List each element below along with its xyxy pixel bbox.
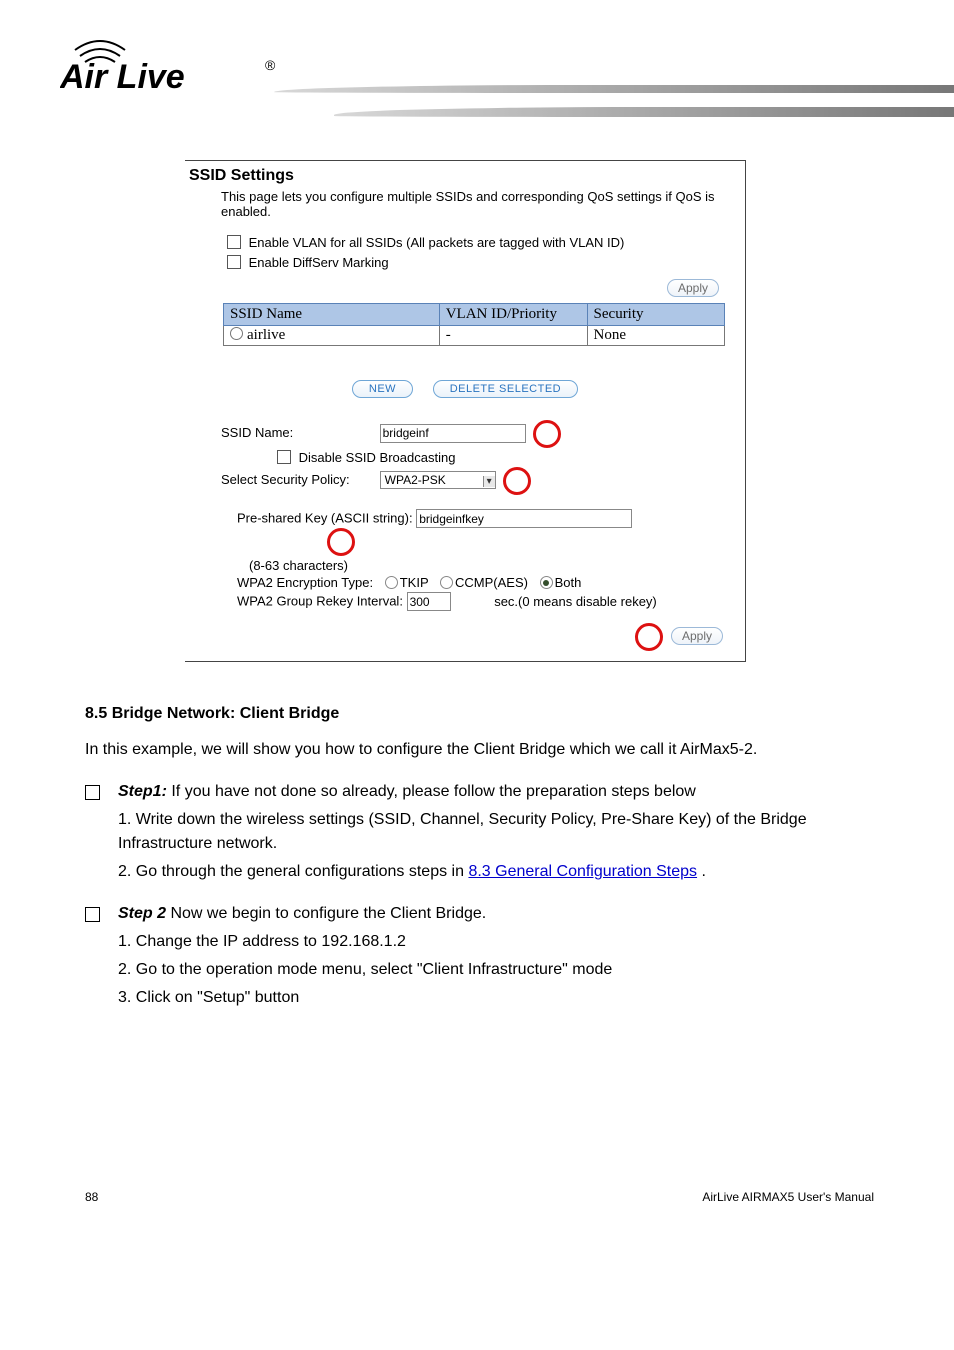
- intro-paragraph: In this example, we will show you how to…: [85, 738, 874, 762]
- row-radio[interactable]: [230, 327, 243, 340]
- encryption-type-label: WPA2 Encryption Type:: [237, 575, 373, 590]
- th-ssid-name: SSID Name: [224, 304, 440, 326]
- step1-item2c: .: [702, 863, 706, 880]
- step2-heading: Step 2: [118, 905, 166, 922]
- row-vlan: -: [439, 326, 587, 346]
- apply-top-button[interactable]: Apply: [667, 279, 719, 297]
- svg-text:Air Live: Air Live: [60, 58, 185, 96]
- highlight-circle-icon: [635, 623, 663, 651]
- section-number: 8.5: [85, 705, 107, 722]
- step1-item1: 1. Write down the wireless settings (SSI…: [118, 808, 874, 856]
- step1-text: If you have not done so already, please …: [171, 783, 695, 800]
- rekey-input[interactable]: [407, 592, 451, 611]
- disable-broadcast-checkbox[interactable]: [277, 450, 291, 464]
- ssid-name-label: SSID Name:: [221, 425, 376, 440]
- cross-ref-link[interactable]: 8.3 General Configuration Steps: [468, 863, 697, 880]
- enc-both-radio[interactable]: [540, 576, 553, 589]
- psk-input[interactable]: [416, 509, 632, 528]
- svg-text:®: ®: [265, 57, 276, 73]
- table-row[interactable]: airlive - None: [224, 326, 725, 346]
- bullet-square-icon: [85, 907, 100, 922]
- disable-broadcast-label: Disable SSID Broadcasting: [299, 450, 456, 465]
- step2-text: Now we begin to configure the Client Bri…: [170, 905, 486, 922]
- highlight-circle-icon: [533, 420, 561, 448]
- psk-hint: (8-63 characters): [249, 558, 723, 573]
- step1-item2a: 2. Go through the general configurations…: [118, 863, 468, 880]
- psk-label: Pre-shared Key (ASCII string):: [237, 511, 413, 526]
- ssid-settings-panel: SSID Settings This page lets you configu…: [185, 160, 746, 662]
- enable-diffserv-checkbox[interactable]: [227, 255, 241, 269]
- step2-item3: 3. Click on "Setup" button: [118, 986, 612, 1010]
- brand-logo: Air Live ®: [60, 30, 280, 103]
- enc-both-label: Both: [555, 575, 582, 590]
- th-vlan: VLAN ID/Priority: [439, 304, 587, 326]
- enable-diffserv-label: Enable DiffServ Marking: [249, 255, 389, 270]
- bullet-square-icon: [85, 785, 100, 800]
- security-policy-label: Select Security Policy:: [221, 472, 376, 487]
- chevron-down-icon: ▾: [483, 476, 495, 487]
- row-security: None: [587, 326, 724, 346]
- security-policy-select[interactable]: WPA2-PSK▾: [380, 471, 496, 489]
- enable-vlan-label: Enable VLAN for all SSIDs (All packets a…: [249, 235, 625, 250]
- rekey-label: WPA2 Group Rekey Interval:: [237, 594, 403, 609]
- header-decoration: [274, 85, 954, 145]
- section-title: Bridge Network: Client Bridge: [112, 705, 340, 722]
- enc-tkip-label: TKIP: [400, 575, 429, 590]
- footer-tagline: AirLive AIRMAX5 User's Manual: [702, 1190, 874, 1204]
- ssid-table: SSID Name VLAN ID/Priority Security airl…: [223, 303, 725, 346]
- ssid-name-input[interactable]: [380, 424, 526, 443]
- step2-item1: 1. Change the IP address to 192.168.1.2: [118, 930, 612, 954]
- row-ssid: airlive: [247, 327, 285, 343]
- page-number: 88: [85, 1190, 98, 1204]
- enable-vlan-checkbox[interactable]: [227, 235, 241, 249]
- th-security: Security: [587, 304, 724, 326]
- delete-selected-button[interactable]: DELETE SELECTED: [433, 380, 578, 398]
- highlight-circle-icon: [503, 467, 531, 495]
- security-policy-value: WPA2-PSK: [381, 472, 483, 488]
- panel-title: SSID Settings: [189, 167, 745, 185]
- step2-item2: 2. Go to the operation mode menu, select…: [118, 958, 612, 982]
- new-button[interactable]: NEW: [352, 380, 413, 398]
- enc-tkip-radio[interactable]: [385, 576, 398, 589]
- enc-ccmp-label: CCMP(AES): [455, 575, 528, 590]
- step1-heading: Step1:: [118, 783, 167, 800]
- enc-ccmp-radio[interactable]: [440, 576, 453, 589]
- rekey-hint: sec.(0 means disable rekey): [494, 594, 657, 609]
- panel-description: This page lets you configure multiple SS…: [221, 189, 737, 219]
- highlight-circle-icon: [327, 528, 355, 556]
- apply-bottom-button[interactable]: Apply: [671, 627, 723, 645]
